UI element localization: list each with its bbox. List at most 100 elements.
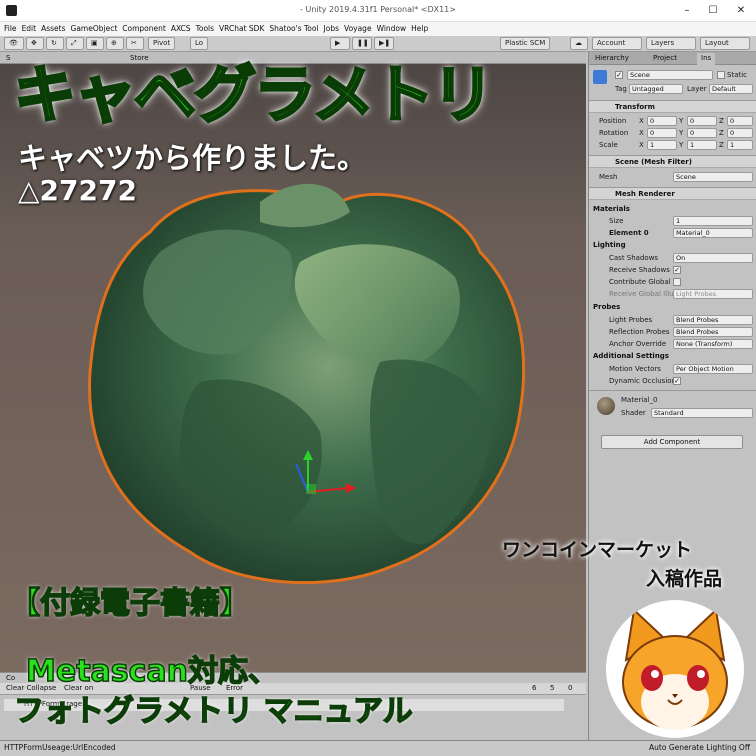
menu-vrchat-sdk[interactable]: VRChat SDK	[219, 22, 269, 36]
probes-foldout[interactable]: Probes	[593, 303, 620, 311]
lighting-status: Auto Generate Lighting Off	[649, 743, 750, 752]
window-title: - Unity 2019.4.31f1 Personal* <DX11>	[300, 5, 456, 14]
account-dropdown[interactable]: Account	[592, 37, 642, 50]
contribute-gi-checkbox[interactable]	[673, 278, 681, 286]
anchor-override-label: Anchor Override	[609, 340, 667, 348]
static-label: Static	[727, 71, 748, 79]
tab-hierarchy[interactable]: Hierarchy	[591, 53, 633, 65]
overlay-manual-line2: フォトグラメトリ マニュアル	[13, 693, 413, 730]
cast-shadows-dropdown[interactable]: On	[673, 253, 753, 263]
tab-scene[interactable]: S	[2, 53, 14, 65]
menu-window[interactable]: Window	[377, 22, 412, 36]
scale-z[interactable]: 1	[727, 140, 753, 150]
fox-icon	[622, 607, 728, 730]
static-checkbox[interactable]	[717, 71, 725, 79]
material-section: Material_0 Shader Standard	[589, 390, 756, 424]
mesh-renderer-title: Mesh Renderer	[615, 190, 675, 198]
material-name: Material_0	[621, 396, 658, 404]
motion-vectors-dropdown[interactable]: Per Object Motion	[673, 364, 753, 374]
lighting-foldout[interactable]: Lighting	[593, 241, 626, 249]
mesh-renderer-header[interactable]: Mesh Renderer	[589, 187, 756, 200]
reflection-probes-dropdown[interactable]: Blend Probes	[673, 327, 753, 337]
rotation-z[interactable]: 0	[727, 128, 753, 138]
menu-assets[interactable]: Assets	[41, 22, 70, 36]
scale-x[interactable]: 1	[647, 140, 677, 150]
window-titlebar: - Unity 2019.4.31f1 Personal* <DX11> – ☐…	[0, 0, 756, 22]
menu-bar: File Edit Assets GameObject Component AX…	[0, 22, 756, 36]
overlay-polycount: △27272	[18, 174, 137, 207]
menu-tools[interactable]: Tools	[196, 22, 219, 36]
position-z[interactable]: 0	[727, 116, 753, 126]
maximize-button[interactable]: ☐	[700, 3, 726, 19]
inspector-tab-bar: Hierarchy Project Ins	[589, 52, 756, 65]
tag-label: Tag	[615, 85, 627, 93]
error-count[interactable]: 5	[546, 683, 558, 695]
menu-edit[interactable]: Edit	[22, 22, 42, 36]
light-probes-label: Light Probes	[609, 316, 653, 324]
status-bar: HTTPFormUseage:UrlEncoded Auto Generate …	[0, 740, 756, 756]
menu-axcs[interactable]: AXCS	[171, 22, 196, 36]
fox-mascot-avatar	[606, 600, 744, 738]
cast-shadows-label: Cast Shadows	[609, 254, 659, 262]
overlay-title: キャベグラメトリ	[12, 57, 495, 133]
gameobject-icon	[593, 70, 607, 84]
receive-shadows-checkbox[interactable]: ✓	[673, 266, 681, 274]
rotation-label: Rotation	[599, 129, 629, 137]
reflection-probes-label: Reflection Probes	[609, 328, 670, 336]
overlay-manual-line1: Metascan対応、	[25, 653, 279, 690]
layer-label: Layer	[687, 85, 707, 93]
add-component-button[interactable]: Add Component	[601, 435, 743, 449]
menu-gameobject[interactable]: GameObject	[71, 22, 123, 36]
menu-jobs[interactable]: Jobs	[324, 22, 344, 36]
active-checkbox[interactable]: ✓	[615, 71, 623, 79]
mesh-filter-title: Scene (Mesh Filter)	[615, 158, 692, 166]
status-message: HTTPFormUseage:UrlEncoded	[4, 743, 116, 752]
position-x[interactable]: 0	[647, 116, 677, 126]
overlay-bonus-ebook: 【付録電子書籍】	[9, 585, 251, 622]
dynamic-occlusion-label: Dynamic Occlusion	[609, 377, 676, 385]
size-field[interactable]: 1	[673, 216, 753, 226]
overlay-subtitle: キャベツから作りました。	[18, 141, 367, 175]
overlay-market-line2: 入稿作品	[646, 568, 723, 590]
transform-title: Transform	[615, 103, 655, 111]
menu-shatoos-tool[interactable]: Shatoo's Tool	[269, 22, 323, 36]
transform-header[interactable]: Transform	[589, 100, 756, 113]
scale-y[interactable]: 1	[687, 140, 717, 150]
menu-voyage[interactable]: Voyage	[344, 22, 377, 36]
position-y[interactable]: 0	[687, 116, 717, 126]
object-name-field[interactable]: Scene	[627, 70, 713, 80]
tab-inspector[interactable]: Ins	[697, 53, 716, 65]
plastic-scm-button[interactable]: Plastic SCM	[500, 37, 551, 50]
layer-dropdown[interactable]: Default	[709, 84, 753, 94]
layers-dropdown[interactable]: Layers	[646, 37, 696, 50]
element0-label: Element 0	[609, 229, 649, 237]
element0-field[interactable]: Material_0	[673, 228, 753, 238]
tag-dropdown[interactable]: Untagged	[629, 84, 683, 94]
materials-foldout[interactable]: Materials	[593, 205, 630, 213]
rotation-y[interactable]: 0	[687, 128, 717, 138]
shader-dropdown[interactable]: Standard	[651, 408, 753, 418]
contribute-gi-label: Contribute Global I	[609, 278, 675, 286]
minimize-button[interactable]: –	[674, 3, 700, 19]
additional-settings-foldout[interactable]: Additional Settings	[593, 352, 669, 360]
cloud-icon[interactable]: ☁	[570, 37, 588, 50]
menu-component[interactable]: Component	[122, 22, 171, 36]
mesh-filter-header[interactable]: Scene (Mesh Filter)	[589, 155, 756, 168]
tab-project[interactable]: Project	[649, 53, 681, 65]
log-count[interactable]: 0	[564, 683, 576, 695]
shader-label: Shader	[621, 409, 646, 417]
menu-help[interactable]: Help	[411, 22, 433, 36]
receive-gi-label: Receive Global Illu	[609, 290, 674, 298]
mesh-field[interactable]: Scene	[673, 172, 753, 182]
close-button[interactable]: ✕	[728, 3, 754, 19]
receive-gi-dropdown: Light Probes	[673, 289, 753, 299]
rotation-x[interactable]: 0	[647, 128, 677, 138]
dynamic-occlusion-checkbox[interactable]: ✓	[673, 377, 681, 385]
light-probes-dropdown[interactable]: Blend Probes	[673, 315, 753, 325]
size-label: Size	[609, 217, 624, 225]
layout-dropdown[interactable]: Layout	[700, 37, 750, 50]
material-preview-icon	[597, 397, 615, 415]
anchor-override-field[interactable]: None (Transform)	[673, 339, 753, 349]
warn-count[interactable]: 6	[528, 683, 540, 695]
menu-file[interactable]: File	[4, 22, 22, 36]
